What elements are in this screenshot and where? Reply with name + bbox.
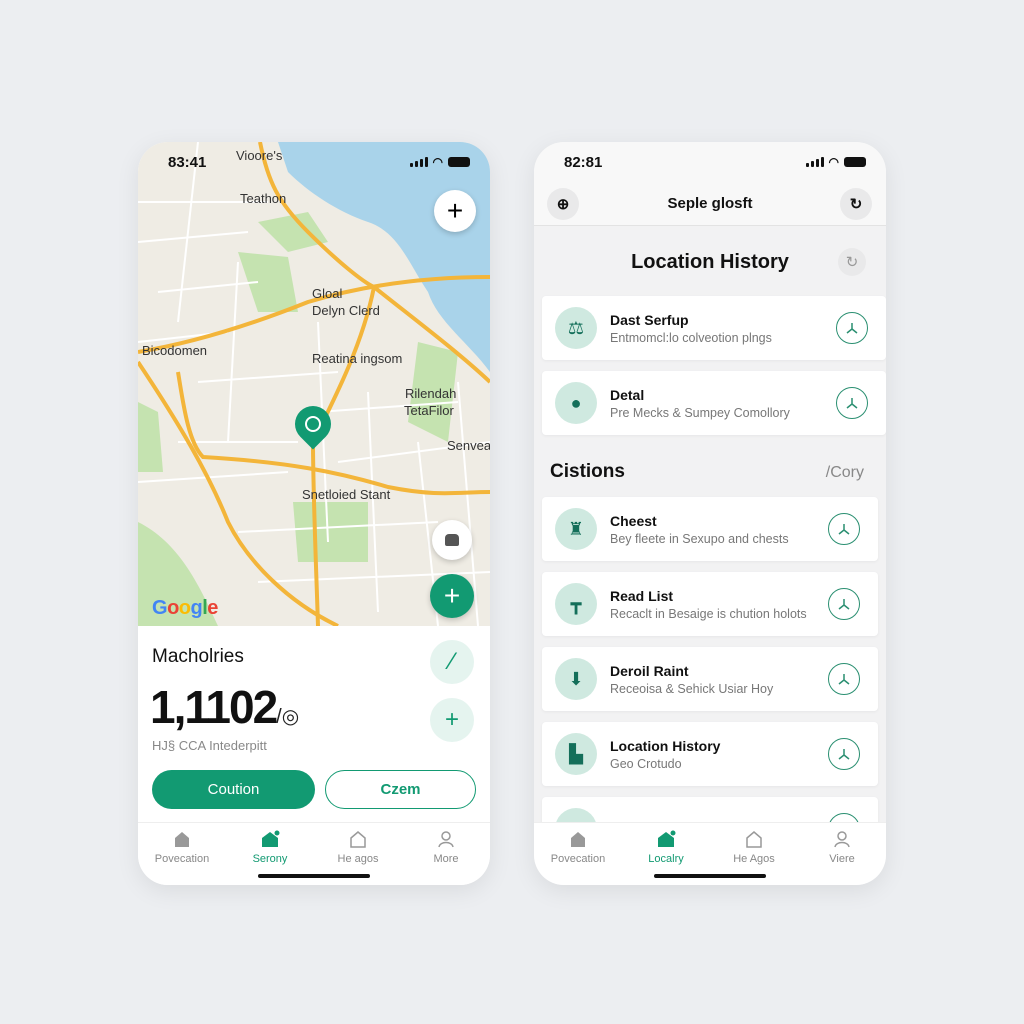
list-item[interactable]: ● Detal Pre Mecks & Sumpey Comollory — [542, 371, 886, 435]
map-phone-screen: 83:41 ◠ Vioore's Teathon Gloal Delyn Cle… — [138, 142, 490, 885]
list-item[interactable]: ▙ Location History Geo Crotudo — [542, 722, 878, 786]
header-title: Seple glosft — [667, 195, 753, 212]
list-item[interactable]: ⬇ Deroil Raint Receoisa & Sehick Usiar Ho… — [542, 647, 878, 711]
person-icon — [834, 831, 850, 848]
balance-icon: ⚖ — [555, 307, 597, 349]
signal-icon — [805, 157, 824, 167]
item-subtitle: Recaclt in Besaige is chution holots — [610, 606, 807, 621]
house-outline-icon — [746, 831, 762, 848]
list-item[interactable]: ┳ Read List Recaclt in Besaige is chution… — [542, 572, 878, 636]
sync-button[interactable]: ↻ — [838, 248, 866, 276]
map-label: Rilendah — [405, 386, 457, 401]
list-item[interactable]: ♜ Cheest Bey fleete in Sexupo and chests — [542, 497, 878, 561]
branch-icon — [846, 323, 858, 334]
branch-icon — [838, 524, 850, 535]
page-title: Location History — [631, 251, 789, 273]
branch-icon — [838, 674, 850, 685]
branch-icon — [838, 599, 850, 610]
arrow-down-icon: ⬇ — [555, 658, 597, 700]
item-subtitle: Receoisa & Sehick Usiar Hoy — [610, 681, 774, 696]
nav-item[interactable]: Povecation — [534, 823, 622, 885]
list-item[interactable]: ⚖ Dast Serfup Entmomcl:lo colveotion plng… — [542, 296, 886, 360]
home-icon — [175, 832, 189, 847]
store-icon — [658, 830, 676, 847]
google-logo: Google — [152, 597, 218, 619]
map-label: Teathon — [240, 191, 287, 206]
map-label: Bicodomen — [142, 343, 208, 358]
wifi-icon: ◠ — [828, 155, 839, 169]
map-label: TetaFilor — [404, 403, 454, 418]
item-title: Read List — [610, 587, 674, 604]
home-indicator — [258, 874, 370, 878]
nav-item[interactable]: Povecation — [138, 823, 226, 885]
refresh-button[interactable]: ↻ — [840, 188, 872, 220]
status-time: 83:41 — [168, 153, 207, 171]
battery-icon — [844, 157, 866, 167]
panel-title: Macholries — [152, 646, 244, 667]
battery-icon — [448, 157, 470, 167]
nav-item[interactable]: More — [402, 823, 490, 885]
house-outline-icon — [350, 831, 366, 848]
nav-item[interactable]: Viere — [798, 823, 886, 885]
signal-icon — [409, 157, 428, 167]
section-link[interactable]: /Cory — [826, 464, 864, 482]
item-action-button[interactable] — [828, 663, 860, 695]
wifi-icon: ◠ — [432, 155, 443, 169]
item-title: Deroil Raint — [610, 662, 689, 679]
map-label: Delyn Clerd — [312, 303, 380, 318]
add-location-button[interactable]: + — [430, 574, 474, 618]
map-label: Reatina ingsom — [312, 351, 403, 366]
item-subtitle: Bey fleete in Sexupo and chests — [610, 531, 789, 546]
item-title: Location History — [610, 737, 721, 754]
crown-icon: ♜ — [555, 508, 597, 550]
map-label: Snetloied Stant — [302, 487, 391, 502]
panel-value: 1,1102 — [150, 681, 278, 733]
status-bar: 82:81 ◠ — [534, 142, 886, 182]
item-action-button[interactable] — [836, 312, 868, 344]
zoom-in-button[interactable]: + — [434, 190, 476, 232]
lock-button[interactable] — [432, 520, 472, 560]
store-icon — [262, 830, 280, 847]
branch-icon — [846, 398, 858, 409]
status-time: 82:81 — [564, 153, 603, 171]
edit-button[interactable]: ⁄ — [430, 640, 474, 684]
item-action-button[interactable] — [828, 738, 860, 770]
item-title: Dast Serfup — [610, 311, 689, 328]
item-subtitle: Geo Crotudo — [610, 756, 682, 771]
panel-value-suffix: /◎ — [276, 706, 300, 728]
lock-icon — [445, 534, 459, 546]
primary-button[interactable]: Coution — [152, 770, 315, 809]
map-label: Gloal — [312, 286, 343, 301]
item-action-button[interactable] — [828, 588, 860, 620]
panel-subtitle: HJ§ CCA Intederpitt — [152, 738, 267, 753]
secondary-button[interactable]: Czem — [325, 770, 476, 809]
app-header: ⊕ Seple glosft ↻ — [534, 182, 886, 226]
bell-icon: ● — [555, 382, 597, 424]
item-title: Detal — [610, 386, 645, 403]
globe-button[interactable]: ⊕ — [547, 188, 579, 220]
item-subtitle: Entmomcl:lo colveotion plngs — [610, 330, 772, 345]
item-title: Cheest — [610, 512, 657, 529]
section-title: Cistions — [550, 461, 625, 482]
person-icon — [438, 831, 454, 848]
status-bar: 83:41 ◠ — [138, 142, 490, 182]
history-phone-screen: 82:81 ◠ ⊕ Seple glosft ↻ Location Histor… — [534, 142, 886, 885]
home-icon — [571, 832, 585, 847]
branch-icon — [838, 749, 850, 760]
sign-icon: ┳ — [555, 583, 597, 625]
item-subtitle: Pre Mecks & Sumpey Comollory — [610, 405, 790, 420]
castle-icon: ▙ — [555, 733, 597, 775]
add-button[interactable]: + — [430, 698, 474, 742]
item-action-button[interactable] — [836, 387, 868, 419]
home-indicator — [654, 874, 766, 878]
item-action-button[interactable] — [828, 513, 860, 545]
map-label: Senvea — [447, 438, 490, 453]
